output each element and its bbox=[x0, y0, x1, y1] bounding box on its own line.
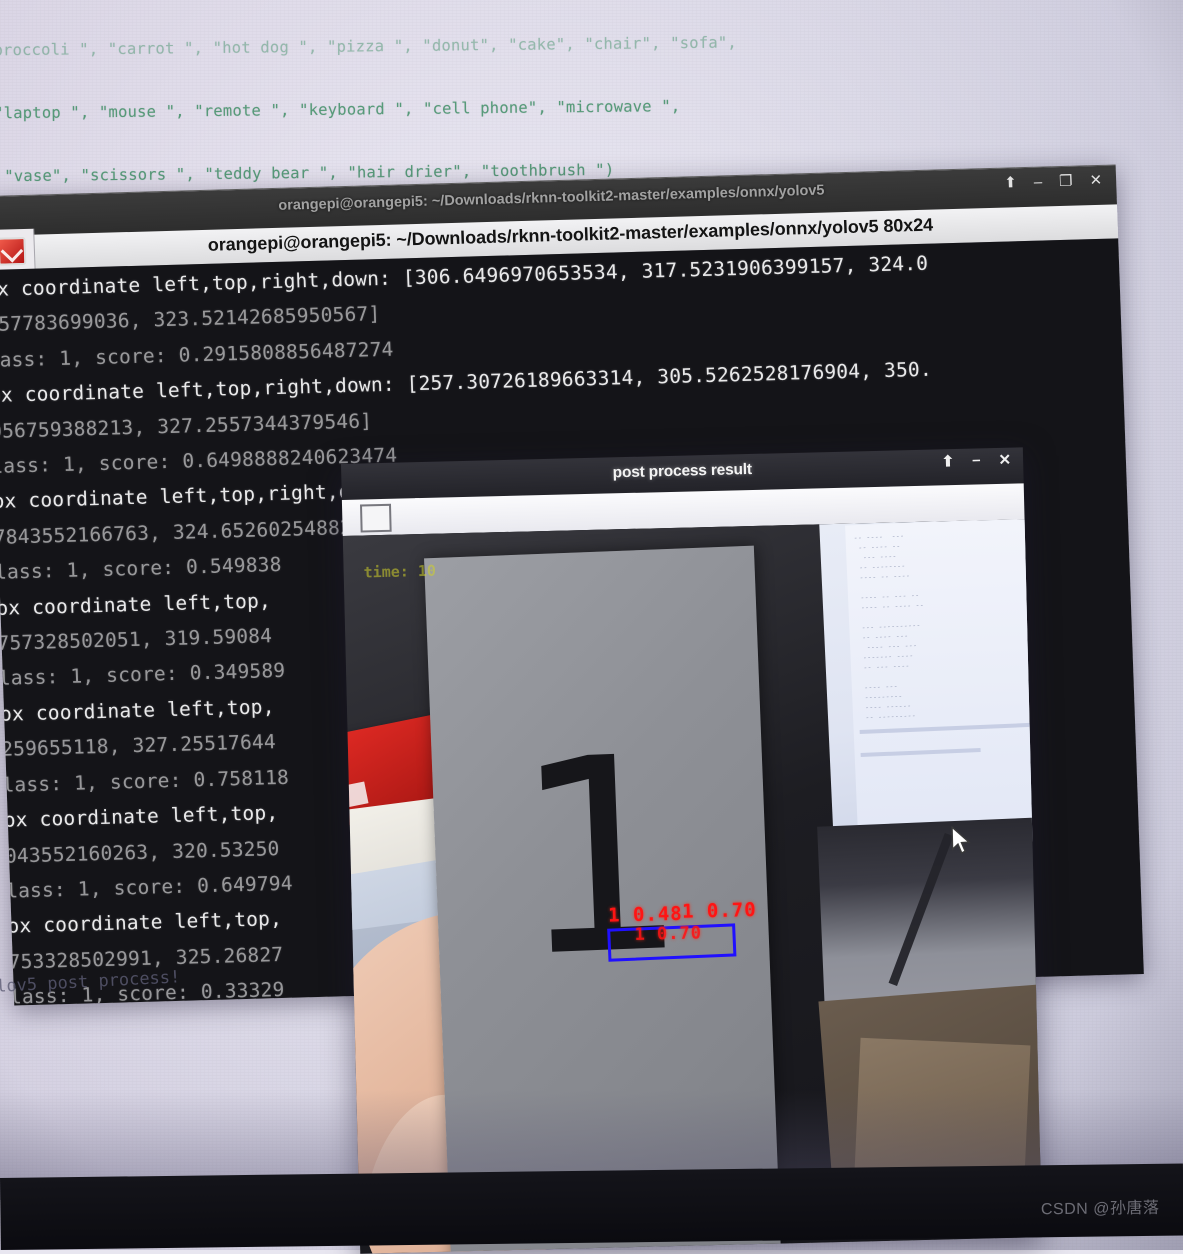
viewer-image-canvas[interactable]: -- ---- --- -- ---- -- --- ---- -- -----… bbox=[342, 519, 1043, 1254]
viewer-window-controls[interactable]: ⬆ – ✕ bbox=[941, 451, 1011, 470]
code-line-1: "laptop ", "mouse ", "remote ", "keyboar… bbox=[0, 97, 681, 123]
close-icon[interactable]: ✕ bbox=[1089, 171, 1102, 191]
photo-monitor-screen: -- ---- --- -- ---- -- --- ---- -- -----… bbox=[845, 519, 1043, 826]
minimize-icon[interactable]: – bbox=[972, 451, 981, 469]
shade-icon[interactable]: ⬆ bbox=[1004, 173, 1017, 193]
detection-overlay-note: time: 10 bbox=[363, 561, 437, 582]
dark-bottom-band: CSDN @孙唐落 bbox=[0, 1163, 1183, 1250]
csdn-watermark: CSDN @孙唐落 bbox=[1040, 1199, 1160, 1219]
photo-monitor-bar bbox=[859, 722, 1030, 735]
terminal-window-controls[interactable]: ⬆ – ❐ ✕ bbox=[1004, 171, 1103, 194]
terminal-app-icon[interactable] bbox=[0, 236, 27, 266]
save-icon[interactable] bbox=[359, 503, 392, 533]
shade-icon[interactable]: ⬆ bbox=[941, 452, 954, 470]
code-line-0: broccoli ", "carrot ", "hot dog ", "pizz… bbox=[0, 33, 738, 60]
detection-label-1: 1 0.48 bbox=[607, 902, 684, 927]
detection-label-3: 1 0.70 bbox=[634, 923, 703, 945]
post-process-result-window[interactable]: post process result ⬆ – ✕ -- ---- --- --… bbox=[341, 447, 1043, 1254]
maximize-icon[interactable]: ❐ bbox=[1059, 172, 1073, 192]
minimize-icon[interactable]: – bbox=[1033, 173, 1042, 193]
photo-monitor-text: -- ---- --- -- ---- -- --- ---- -- -----… bbox=[853, 532, 925, 722]
close-icon[interactable]: ✕ bbox=[998, 451, 1011, 469]
photo-monitor-bar bbox=[860, 747, 981, 758]
detection-label-2: 1 0.70 bbox=[681, 898, 757, 923]
